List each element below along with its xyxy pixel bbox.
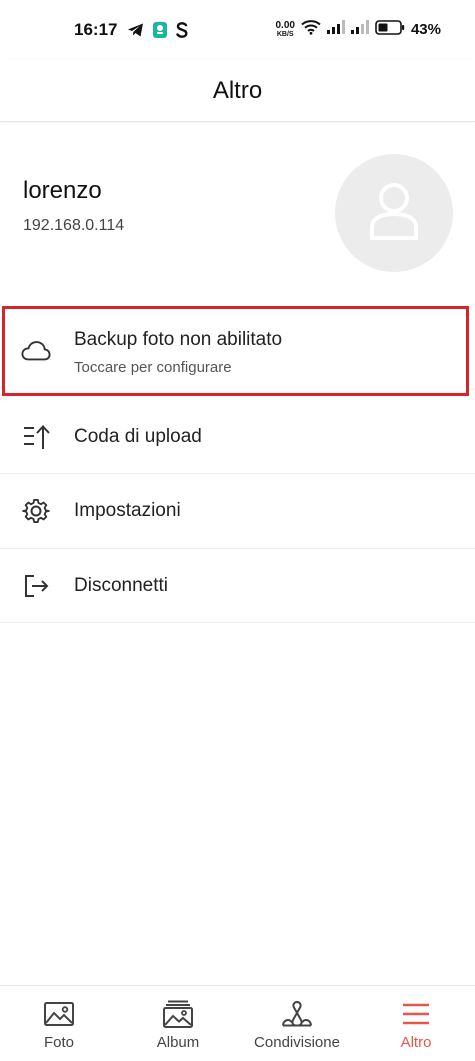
app-header: Altro [0, 60, 475, 122]
signal-icon-2 [350, 20, 369, 39]
nav-condivisione[interactable]: Condivisione [238, 986, 356, 1061]
album-icon [161, 1000, 195, 1028]
upload-queue-item[interactable]: Coda di upload [0, 400, 475, 473]
telegram-icon [127, 22, 144, 43]
ip-address: 192.168.0.114 [23, 217, 125, 234]
status-bar: 16:17 0.00 KB/S 43% [0, 0, 475, 60]
battery-percent: 43% [410, 21, 441, 38]
nav-altro-label: Altro [400, 1034, 432, 1051]
username: lorenzo [23, 177, 102, 204]
bottom-nav: Foto Album Condivisione Altro [0, 985, 475, 1061]
battery-icon [375, 19, 405, 40]
profile-section: lorenzo 192.168.0.114 [0, 123, 475, 303]
upload-queue-icon [21, 422, 51, 452]
backup-photo-item[interactable]: Backup foto non abilitato Toccare per co… [2, 306, 469, 396]
backup-sublabel: Toccare per configurare [74, 359, 232, 376]
app-notification-icon [152, 21, 168, 44]
nav-foto-label: Foto [43, 1034, 74, 1051]
s-app-icon [176, 22, 188, 43]
status-left-icons [127, 21, 188, 44]
cloud-icon [21, 336, 51, 366]
backup-label: Backup foto non abilitato [74, 329, 283, 350]
nav-album[interactable]: Album [119, 986, 237, 1061]
status-right-icons: 0.00 KB/S 43% [275, 19, 441, 40]
logout-label: Disconnetti [74, 575, 168, 596]
menu-icon [399, 1000, 433, 1028]
nav-album-label: Album [156, 1034, 200, 1051]
settings-item[interactable]: Impostazioni [0, 474, 475, 548]
nav-altro[interactable]: Altro [357, 986, 475, 1061]
user-placeholder-icon [368, 181, 420, 246]
net-speed-unit: KB/S [276, 31, 294, 38]
upload-queue-label: Coda di upload [74, 426, 202, 447]
logout-icon [21, 571, 51, 601]
signal-icon [326, 20, 345, 39]
wifi-icon [301, 19, 321, 40]
divider [0, 622, 475, 623]
gear-icon [21, 496, 51, 526]
net-speed-value: 0.00 [275, 20, 295, 31]
nav-condivisione-label: Condivisione [254, 1034, 340, 1051]
share-icon [280, 1000, 314, 1028]
status-time: 16:17 [74, 20, 118, 39]
avatar[interactable] [335, 154, 453, 272]
photo-icon [42, 1000, 76, 1028]
net-speed: 0.00 KB/S [275, 20, 295, 39]
screen: 16:17 0.00 KB/S 43% Altro lorenzo 192.16… [0, 0, 475, 1061]
settings-label: Impostazioni [74, 500, 181, 521]
nav-foto[interactable]: Foto [0, 986, 118, 1061]
page-title: Altro [212, 76, 263, 104]
logout-item[interactable]: Disconnetti [0, 549, 475, 622]
